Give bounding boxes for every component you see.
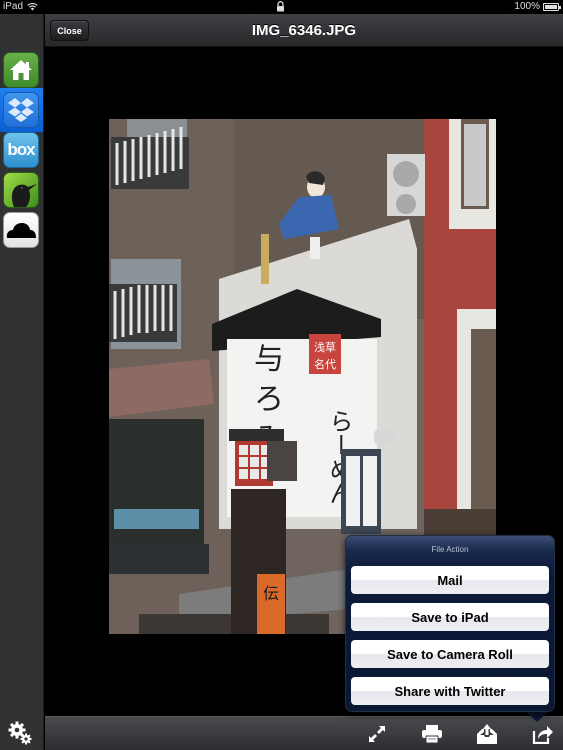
mail-button[interactable]: Mail — [351, 566, 549, 594]
navigation-bar: Close IMG_6346.JPG — [45, 14, 563, 47]
save-to-ipad-button[interactable]: Save to iPad — [351, 603, 549, 631]
sidebar-item-bird-service[interactable] — [3, 172, 39, 208]
bottom-toolbar — [45, 716, 563, 750]
print-button[interactable] — [420, 722, 444, 746]
fullscreen-button[interactable] — [365, 722, 389, 746]
svg-text:名代: 名代 — [314, 357, 336, 371]
svg-text:与: 与 — [254, 342, 284, 377]
share-with-twitter-button[interactable]: Share with Twitter — [351, 677, 549, 705]
svg-text:ろ: ろ — [254, 382, 284, 417]
printer-icon — [422, 725, 442, 744]
lock-icon — [277, 1, 284, 12]
file-action-popover: File Action Mail Save to iPad Save to Ca… — [345, 535, 555, 712]
status-bar: iPad 100% — [0, 0, 563, 14]
settings-button[interactable] — [7, 720, 33, 746]
upload-tray-icon — [477, 724, 497, 744]
expand-arrows-icon — [369, 726, 385, 742]
wifi-icon — [27, 3, 38, 11]
box-icon: box — [7, 140, 35, 159]
gears-icon — [8, 721, 32, 745]
dropbox-icon — [8, 98, 34, 122]
bird-icon — [11, 184, 37, 207]
popover-arrow — [525, 711, 549, 722]
cloud-icon — [6, 223, 37, 238]
home-icon — [10, 60, 32, 80]
file-title: IMG_6346.JPG — [251, 22, 357, 39]
popover-title: File Action — [431, 545, 469, 554]
battery-icon — [543, 2, 561, 11]
device-name: iPad — [3, 1, 24, 12]
svg-text:浅草: 浅草 — [314, 341, 336, 354]
share-arrow-icon — [532, 726, 553, 744]
sidebar-item-box[interactable]: box — [3, 132, 39, 168]
upload-button[interactable] — [475, 722, 499, 746]
sidebar-item-home[interactable] — [3, 52, 39, 88]
sidebar-item-cloud[interactable] — [3, 212, 39, 248]
battery-percent: 100% — [514, 1, 540, 12]
close-button[interactable]: Close — [50, 20, 89, 41]
share-button[interactable] — [531, 722, 555, 746]
svg-text:伝: 伝 — [263, 584, 279, 603]
sidebar-item-dropbox[interactable] — [3, 92, 39, 128]
save-to-camera-roll-button[interactable]: Save to Camera Roll — [351, 640, 549, 668]
sidebar: box — [0, 14, 44, 750]
